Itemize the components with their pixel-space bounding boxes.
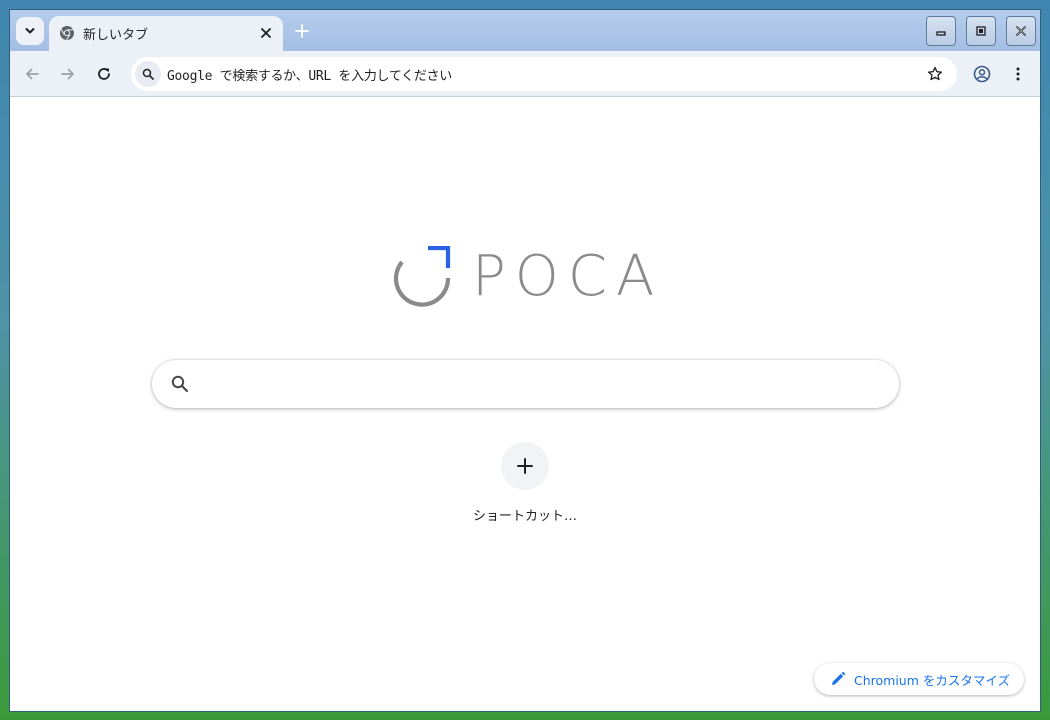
forward-button[interactable] — [54, 60, 82, 88]
tab-search-button[interactable] — [16, 17, 44, 45]
chevron-down-icon — [25, 28, 35, 34]
toolbar: Google で検索するか、URL を入力してください — [10, 51, 1040, 97]
new-tab-button[interactable] — [291, 20, 313, 42]
search-icon — [171, 375, 189, 393]
bookmark-star-button[interactable] — [925, 64, 945, 84]
plus-icon — [517, 458, 533, 474]
search-icon — [142, 68, 154, 80]
add-shortcut-tile[interactable]: ショートカット… — [460, 442, 590, 532]
back-button[interactable] — [18, 60, 46, 88]
customize-chromium-button[interactable]: Chromium をカスタマイズ — [814, 663, 1024, 695]
logo-text: POCA — [472, 244, 664, 309]
new-tab-page: POCA ショートカット… Chromium をカスタマイズ — [10, 98, 1040, 711]
close-icon — [261, 28, 271, 38]
plus-icon — [295, 24, 309, 38]
pencil-icon — [832, 671, 846, 685]
minimize-icon — [936, 31, 946, 36]
chrome-icon — [60, 26, 74, 41]
add-shortcut-button[interactable] — [501, 442, 549, 490]
ntp-search-box[interactable] — [152, 360, 899, 408]
ntp-search-input[interactable] — [202, 370, 882, 398]
menu-button[interactable] — [1004, 60, 1032, 88]
poca-logo-mark — [393, 246, 451, 307]
menu-icon — [1016, 67, 1020, 81]
address-bar[interactable]: Google で検索するか、URL を入力してください — [131, 57, 957, 91]
forward-icon — [61, 68, 74, 80]
maximize-button[interactable] — [966, 16, 996, 46]
profile-icon — [973, 65, 991, 83]
profile-button[interactable] — [968, 60, 996, 88]
tab-strip: 新しいタブ — [10, 10, 1040, 51]
close-icon — [1016, 26, 1026, 36]
omnibox-placeholder: Google で検索するか、URL を入力してください — [167, 69, 452, 84]
poca-logo: POCA — [390, 244, 664, 309]
window-close-button[interactable] — [1006, 16, 1036, 46]
tab-close-button[interactable] — [257, 24, 275, 42]
customize-label: Chromium をカスタマイズ — [854, 672, 1011, 688]
minimize-button[interactable] — [926, 16, 956, 46]
star-icon — [927, 66, 943, 81]
reload-button[interactable] — [90, 60, 118, 88]
maximize-icon — [976, 26, 986, 36]
back-icon — [26, 68, 39, 80]
browser-window: 新しいタブ Google で検索するか、URL を入力してください POCA シ… — [9, 9, 1041, 712]
reload-icon — [98, 68, 110, 80]
tab-new-tab[interactable]: 新しいタブ — [49, 16, 283, 51]
tab-title: 新しいタブ — [83, 28, 149, 43]
omnibox-search-chip — [135, 61, 161, 87]
shortcut-label: ショートカット… — [472, 509, 577, 524]
